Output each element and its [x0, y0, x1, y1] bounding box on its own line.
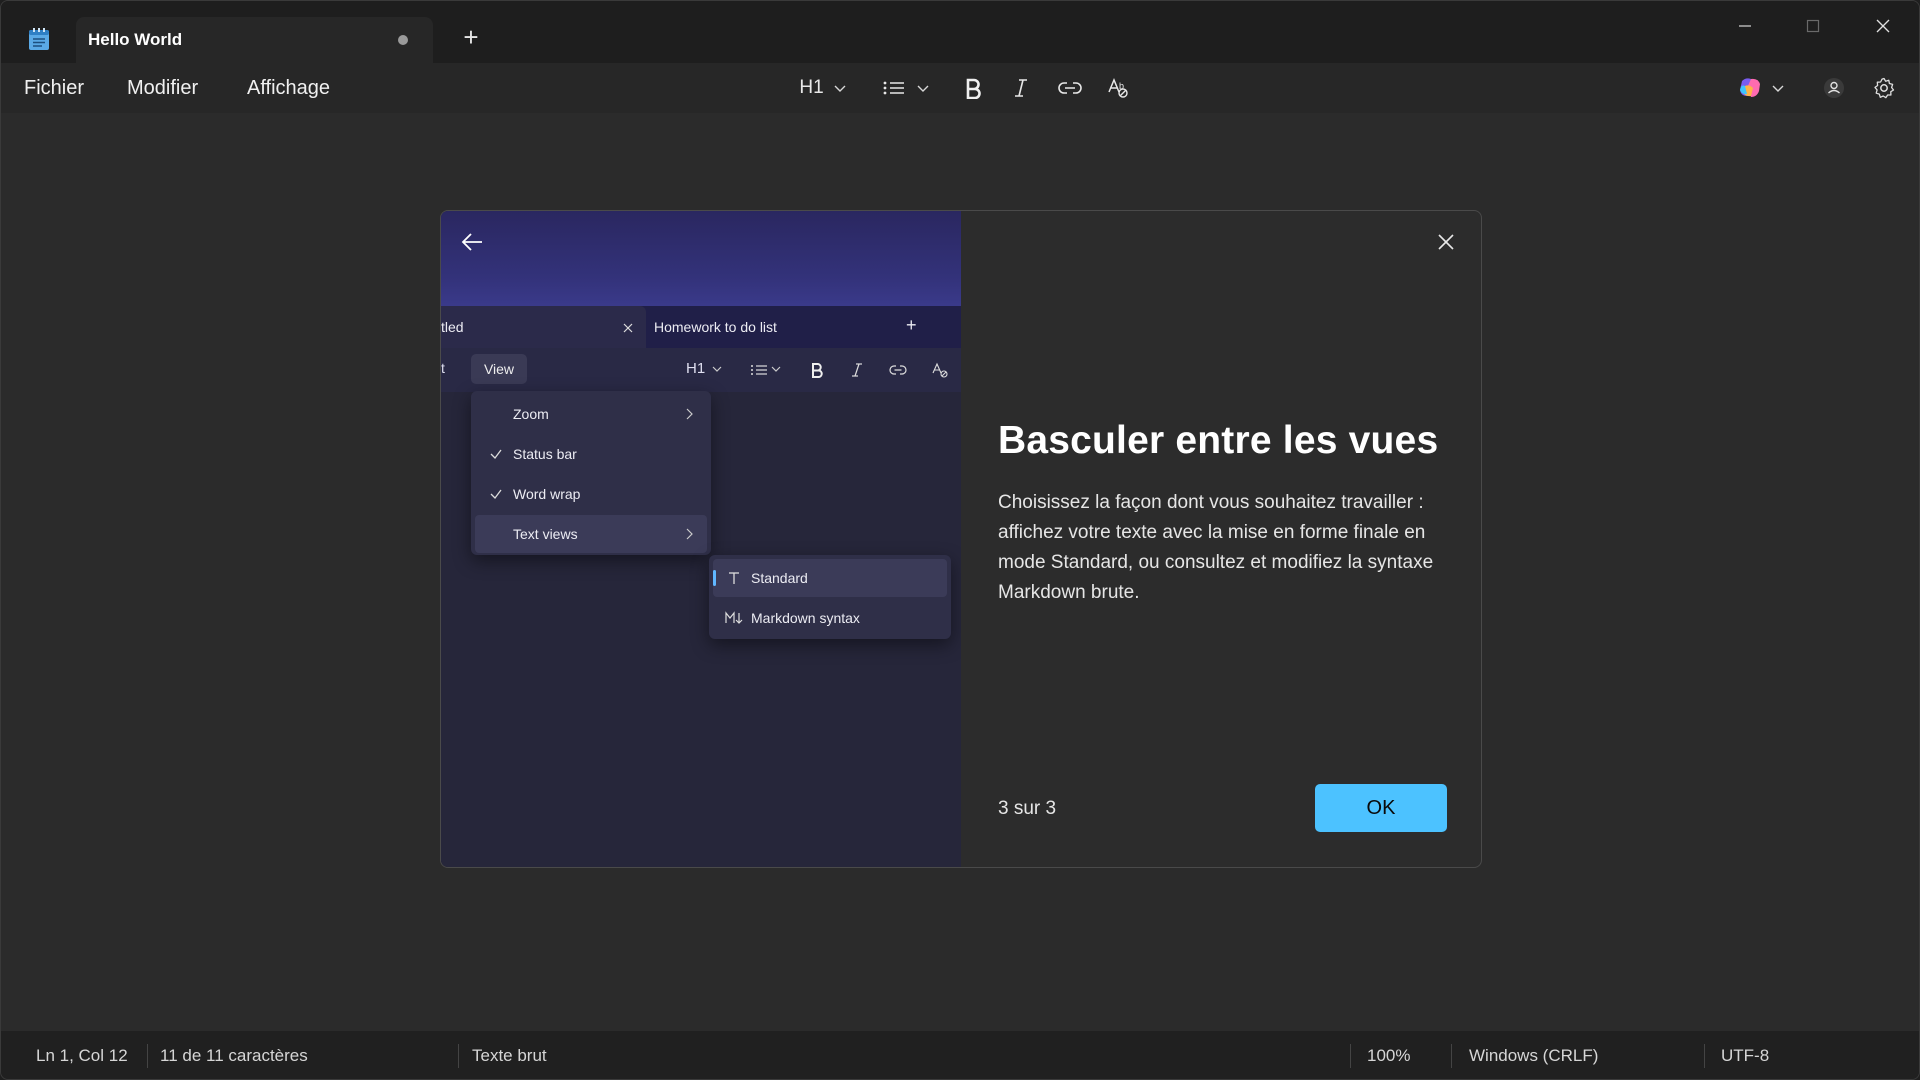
preview-menu-label: Status bar	[513, 446, 577, 462]
clear-formatting-icon	[932, 362, 948, 378]
preview-header	[441, 211, 961, 306]
preview-view-menu: View	[471, 354, 527, 384]
menu-file[interactable]: Fichier	[24, 77, 84, 100]
heading-label: H1	[799, 77, 824, 98]
link-icon	[1058, 82, 1082, 94]
preview-menu-label: Word wrap	[513, 486, 581, 502]
character-count[interactable]: 11 de 11 caractères	[160, 1046, 308, 1066]
preview-submenu-label: Markdown syntax	[751, 610, 860, 626]
whats-new-dialog: tled Homework to do list + t View H1 Zoo…	[440, 210, 1482, 868]
bullet-list-icon	[883, 81, 904, 95]
user-icon	[1824, 78, 1844, 98]
plus-icon: +	[906, 315, 917, 335]
chevron-down-icon	[712, 366, 722, 372]
bold-icon	[812, 363, 823, 378]
markdown-icon	[725, 611, 743, 624]
italic-button[interactable]	[1007, 73, 1035, 103]
clear-formatting-button[interactable]: b	[1103, 73, 1133, 103]
account-button[interactable]	[1819, 73, 1849, 103]
close-dialog-button[interactable]	[1431, 227, 1461, 257]
gear-icon	[1874, 77, 1895, 99]
tab-title: Hello World	[88, 30, 183, 49]
selection-indicator	[713, 570, 716, 586]
preview-view-dropdown: Zoom Status bar Word wrap Text views	[471, 391, 711, 555]
link-button[interactable]	[1055, 73, 1085, 103]
document-tab[interactable]: Hello World	[76, 17, 433, 63]
chevron-down-icon	[834, 85, 846, 92]
italic-icon	[1015, 79, 1027, 97]
maximize-button[interactable]	[1789, 11, 1837, 41]
preview-tab-label: Homework to do list	[654, 319, 777, 335]
preview-submenu-label: Standard	[751, 570, 808, 586]
step-counter: 3 sur 3	[998, 798, 1057, 819]
dialog-title: Basculer entre les vues	[998, 419, 1439, 462]
close-icon	[623, 323, 633, 333]
menu-bar: Fichier Modifier Affichage H1 b	[1, 63, 1919, 113]
preview-menu-item: Text views	[475, 515, 707, 553]
ok-button[interactable]: OK	[1315, 784, 1447, 832]
preview-menu-item: Status bar	[475, 435, 707, 473]
encoding[interactable]: UTF-8	[1721, 1046, 1769, 1066]
preview-menu-label: Zoom	[513, 406, 549, 422]
preview-tab-active: tled	[441, 306, 646, 348]
preview-menu-label: Text views	[513, 526, 578, 542]
preview-tab-bar: tled Homework to do list +	[441, 306, 961, 348]
chevron-down-icon	[1772, 85, 1784, 92]
minimize-button[interactable]	[1721, 11, 1769, 41]
bold-icon	[966, 78, 981, 99]
status-divider	[1350, 1044, 1351, 1068]
close-window-button[interactable]	[1859, 11, 1907, 41]
status-divider	[1704, 1044, 1705, 1068]
chevron-down-icon	[917, 85, 929, 92]
zoom-level[interactable]: 100%	[1367, 1046, 1410, 1066]
list-dropdown[interactable]	[879, 73, 933, 103]
preview-menu-item: Word wrap	[475, 475, 707, 513]
chevron-down-icon	[771, 366, 781, 372]
settings-button[interactable]	[1869, 73, 1899, 103]
title-bar: Hello World +	[1, 1, 1919, 63]
clear-formatting-icon: b	[1108, 78, 1128, 98]
checkmark-icon	[490, 489, 502, 499]
status-bar: Ln 1, Col 12 11 de 11 caractères Texte b…	[1, 1031, 1919, 1079]
preview-menu-label: t	[441, 360, 445, 376]
arrow-left-icon	[461, 233, 482, 251]
checkmark-icon	[490, 449, 502, 459]
preview-tab-label: tled	[441, 319, 464, 335]
close-icon	[1876, 19, 1890, 33]
preview-heading-label: H1	[686, 360, 706, 377]
link-icon	[889, 365, 907, 375]
preview-toolbar: t View H1	[441, 348, 961, 392]
italic-icon	[852, 363, 862, 377]
back-button[interactable]	[457, 227, 487, 257]
preview-submenu-item: Standard	[713, 559, 947, 597]
heading-dropdown[interactable]: H1	[795, 73, 851, 103]
bold-button[interactable]	[959, 73, 987, 103]
bullet-list-icon	[751, 365, 767, 375]
notepad-app-icon	[28, 27, 50, 51]
preview-image: tled Homework to do list + t View H1 Zoo…	[441, 211, 961, 867]
minimize-icon	[1739, 25, 1751, 27]
status-divider	[147, 1044, 148, 1068]
preview-text-views-submenu: Standard Markdown syntax	[709, 555, 951, 639]
chevron-right-icon	[686, 528, 693, 540]
line-ending[interactable]: Windows (CRLF)	[1469, 1046, 1598, 1066]
text-format[interactable]: Texte brut	[472, 1046, 547, 1066]
menu-edit[interactable]: Modifier	[127, 77, 198, 100]
copilot-icon	[1740, 78, 1760, 97]
maximize-icon	[1806, 19, 1820, 33]
preview-submenu-item: Markdown syntax	[713, 599, 947, 637]
menu-view[interactable]: Affichage	[247, 77, 330, 100]
status-divider	[458, 1044, 459, 1068]
text-t-icon	[729, 572, 739, 584]
dialog-description: Choisissez la façon dont vous souhaitez …	[998, 492, 1434, 603]
close-icon	[1438, 234, 1454, 250]
preview-menu-item: Zoom	[475, 395, 707, 433]
new-tab-button[interactable]: +	[459, 24, 483, 50]
status-divider	[1451, 1044, 1452, 1068]
notepad-window: Hello World + Fichier Modifier Affichage…	[0, 0, 1920, 1080]
cursor-position[interactable]: Ln 1, Col 12	[36, 1046, 128, 1066]
chevron-right-icon	[686, 408, 693, 420]
unsaved-dot-icon[interactable]	[398, 35, 408, 45]
copilot-dropdown[interactable]	[1733, 73, 1789, 103]
